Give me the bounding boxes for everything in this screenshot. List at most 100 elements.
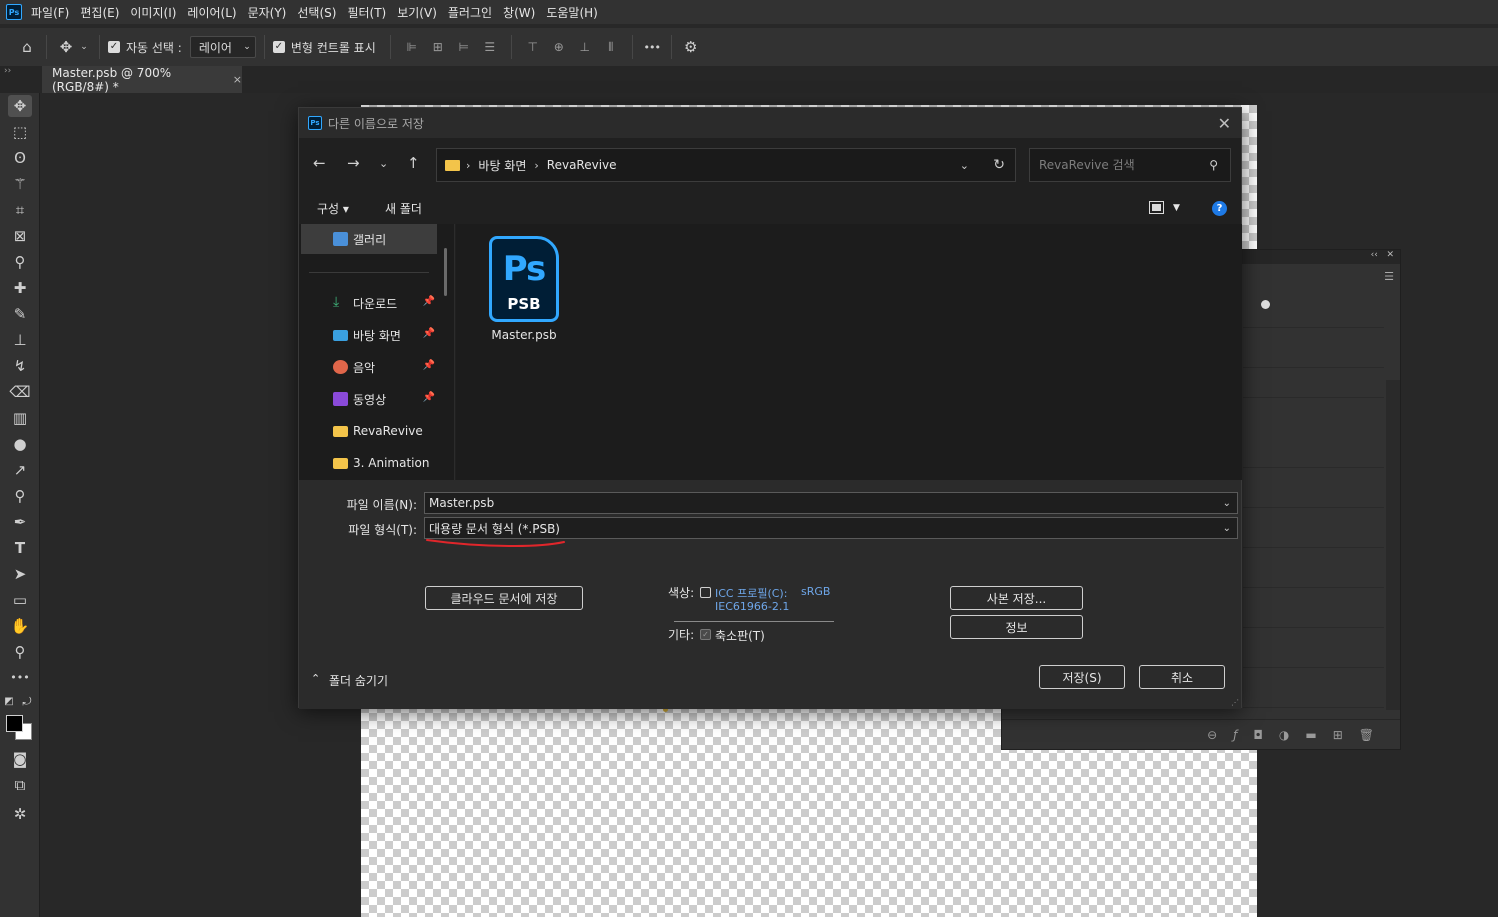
up-arrow-icon[interactable]: ↑ [407,154,420,172]
more-tools-icon[interactable]: ••• [8,667,32,689]
pin-icon[interactable]: 📌 [423,296,435,307]
type-tool-icon[interactable]: T [8,537,32,559]
menu-view[interactable]: 보기(V) [397,4,437,21]
default-colors-icon[interactable]: ◩ [2,691,16,713]
close-icon[interactable]: ✕ [1386,250,1394,260]
align-bottom-icon[interactable]: ⊥ [572,40,598,54]
align-top-icon[interactable]: ⊤ [520,40,546,54]
menu-plugins[interactable]: 플러그인 [448,4,492,21]
move-tool-icon[interactable]: ✥ [55,38,77,56]
layer-row[interactable] [1243,468,1384,508]
link-layers-icon[interactable]: ⊖ [1207,728,1217,742]
chevron-down-icon[interactable]: ⌄ [77,42,91,52]
distribute-v-icon[interactable]: ☰ [477,40,503,54]
close-icon[interactable]: × [233,73,242,86]
move-tool-icon[interactable]: ✥ [8,95,32,117]
pin-icon[interactable]: 📌 [423,328,435,339]
menu-file[interactable]: 파일(F) [31,4,69,21]
more-options-icon[interactable]: ••• [641,41,663,54]
layer-row[interactable] [1243,588,1384,628]
stamp-tool-icon[interactable]: ⊥ [8,329,32,351]
home-icon[interactable]: ⌂ [16,38,38,56]
nav-item-music[interactable]: 음악 📌 [301,352,437,382]
save-button[interactable]: 저장(S) [1039,665,1125,689]
crop-tool-icon[interactable]: ⌗ [8,199,32,221]
resize-grip-icon[interactable]: ⋰ [1231,698,1239,707]
transform-controls-checkbox[interactable]: ✓ [272,41,285,53]
new-folder-button[interactable]: 새 폴더 [385,200,422,217]
pin-icon[interactable]: 📌 [423,360,435,371]
quick-mask-icon[interactable]: ◙ [8,748,32,770]
search-icon[interactable]: ⚲ [1209,158,1218,172]
screen-mode-icon[interactable]: ⧉ [8,774,32,796]
dodge-burn-icon[interactable]: ⚲ [8,485,32,507]
layer-row[interactable] [1243,548,1384,588]
icc-profile-label[interactable]: ICC 프로필(C): [715,585,787,601]
filter-toggle-icon[interactable] [1261,300,1270,309]
layer-row[interactable] [1243,628,1384,668]
help-icon[interactable]: ? [1212,201,1227,216]
hand-tool-icon[interactable]: ✋ [8,615,32,637]
hide-folders-toggle[interactable]: 폴더 숨기기 [329,672,388,689]
gear-icon[interactable]: ⚙ [680,38,702,56]
auto-select-dropdown[interactable]: 레이어 ⌄ [189,36,256,58]
close-icon[interactable]: ✕ [1218,114,1231,133]
layers-scrollbar[interactable] [1386,380,1400,710]
nav-item-revarevive[interactable]: RevaRevive [301,416,437,446]
healing-brush-icon[interactable]: ✚ [8,277,32,299]
chevron-down-icon[interactable]: ⌄ [379,157,388,170]
history-brush-icon[interactable]: ↯ [8,355,32,377]
search-input[interactable] [1039,158,1199,172]
menu-filter[interactable]: 필터(T) [347,4,386,21]
organize-button[interactable]: 구성 ▾ [317,200,349,217]
layer-row[interactable] [1243,508,1384,548]
menu-image[interactable]: 이미지(I) [130,4,176,21]
foreground-color-swatch[interactable] [6,715,23,732]
lasso-tool-icon[interactable]: ʘ [8,147,32,169]
icc-profile-checkbox[interactable] [700,587,711,598]
nav-item-gallery[interactable]: 갤러리 [301,224,437,254]
trash-icon[interactable]: 🗑 [1359,728,1374,742]
document-tab[interactable]: Master.psb @ 700% (RGB/8#) * × [42,66,242,94]
info-button[interactable]: 정보 [950,615,1083,639]
new-layer-icon[interactable]: ⊞ [1333,728,1343,742]
align-right-icon[interactable]: ⊨ [451,40,477,54]
menu-layer[interactable]: 레이어(L) [187,4,236,21]
folder-icon[interactable]: ▬ [1305,728,1316,742]
nav-item-desktop[interactable]: 바탕 화면 📌 [301,320,437,350]
magic-wand-icon[interactable]: ⚚ [8,173,32,195]
back-arrow-icon[interactable]: ← [313,154,326,172]
generative-icon[interactable]: ✲ [8,803,32,825]
menu-edit[interactable]: 편집(E) [80,4,119,21]
collapse-icon[interactable]: ‹‹ [1371,250,1378,260]
path-select-icon[interactable]: ➤ [8,563,32,585]
address-bar[interactable]: › 바탕 화면 › RevaRevive ⌄ ↻ [436,148,1016,182]
mask-icon[interactable]: ◘ [1253,728,1263,742]
view-options-icon[interactable] [1149,201,1164,214]
fx-icon[interactable]: ƒ [1233,728,1237,742]
menu-window[interactable]: 창(W) [503,4,535,21]
breadcrumb-revarevive[interactable]: RevaRevive [547,158,617,172]
auto-select-checkbox[interactable]: ✓ [108,41,120,53]
nav-item-animation[interactable]: 3. Animation [301,448,437,478]
save-to-cloud-button[interactable]: 클라우드 문서에 저장 [425,586,583,610]
brush-tool-icon[interactable]: ✎ [8,303,32,325]
nav-item-videos[interactable]: 동영상 📌 [301,384,437,414]
chevron-down-icon[interactable]: ⌄ [960,159,969,172]
distribute-h-icon[interactable]: ⦀ [598,40,624,55]
chevron-down-icon[interactable]: ▼ [1173,203,1180,213]
align-middle-icon[interactable]: ⊕ [546,40,572,54]
align-center-h-icon[interactable]: ⊞ [425,40,451,54]
menu-select[interactable]: 선택(S) [297,4,336,21]
frame-tool-icon[interactable]: ⊠ [8,225,32,247]
dodge-icon[interactable]: ↗ [8,459,32,481]
breadcrumb-desktop[interactable]: 바탕 화면 [478,157,526,174]
filename-input[interactable] [429,496,1209,510]
swap-colors-icon[interactable]: ⤾ [20,691,34,713]
eraser-icon[interactable]: ⌫ [8,381,32,403]
save-copy-button[interactable]: 사본 저장... [950,586,1083,610]
nav-scrollbar[interactable] [444,248,447,296]
eyedropper-icon[interactable]: ⚲ [8,251,32,273]
expand-panels-icon[interactable]: ›› [4,66,11,76]
refresh-icon[interactable]: ↻ [993,157,1005,173]
